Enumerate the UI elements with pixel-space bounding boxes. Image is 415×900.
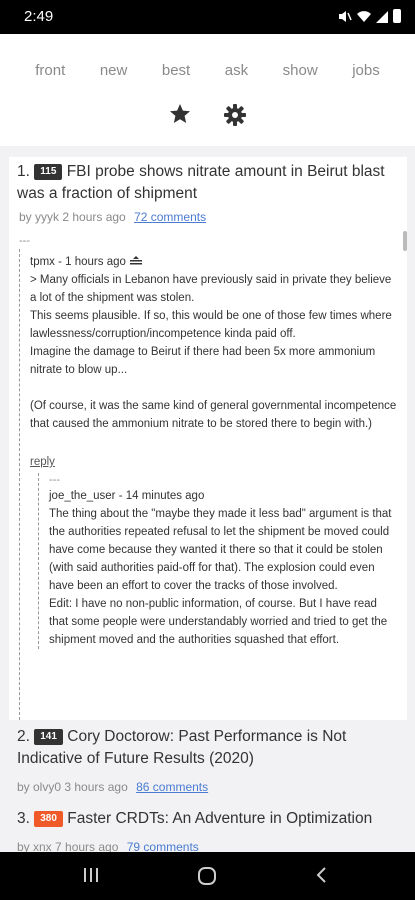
tab-front[interactable]: front (35, 62, 65, 79)
points-badge: 115 (34, 164, 63, 180)
story-rank: 2. (17, 728, 30, 745)
separator: --- (49, 474, 60, 486)
tab-ask[interactable]: ask (225, 62, 248, 79)
points-badge: 380 (34, 811, 63, 827)
comment-text: This seems plausible. If so, this would … (30, 310, 392, 340)
status-bar: 2:49 (0, 0, 415, 34)
story-byline: by olvy0 3 hours ago (17, 780, 128, 794)
separator: --- (19, 235, 30, 247)
status-time: 2:49 (24, 8, 54, 25)
comment-author[interactable]: tpmx - 1 hours ago (30, 253, 126, 271)
story-title-text[interactable]: Faster CRDTs: An Adventure in Optimizati… (67, 810, 372, 827)
story-item[interactable]: 3. 380 Faster CRDTs: An Adventure in Opt… (17, 808, 402, 858)
points-badge: 141 (34, 729, 63, 745)
comment-text: The thing about the "maybe they made it … (49, 508, 392, 592)
status-icons (338, 9, 401, 23)
nav-tabs: front new best ask show jobs (0, 62, 415, 79)
comment: tpmx - 1 hours ago > Many officials in L… (20, 249, 397, 649)
story-byline: by yyyk 2 hours ago (19, 210, 126, 224)
tab-new[interactable]: new (100, 62, 128, 79)
recents-icon[interactable] (82, 866, 100, 889)
system-nav-bar (0, 852, 415, 900)
mute-icon (338, 10, 352, 23)
collapse-icon[interactable] (129, 253, 142, 271)
story-title-text[interactable]: FBI probe shows nitrate amount in Beirut… (17, 163, 385, 202)
comment-text: Imagine the damage to Beirut if there ha… (30, 346, 376, 376)
comment-header: tpmx - 1 hours ago (30, 253, 397, 271)
gear-icon[interactable] (224, 104, 246, 126)
story-meta: by olvy0 3 hours ago 86 comments (17, 776, 402, 798)
comment-text: (Of course, it was the same kind of gene… (30, 400, 397, 430)
back-icon[interactable] (314, 866, 328, 889)
story-title[interactable]: 1. 115 FBI probe shows nitrate amount in… (17, 161, 397, 205)
tab-best[interactable]: best (162, 62, 190, 79)
comment-thread: tpmx - 1 hours ago > Many officials in L… (19, 249, 397, 720)
expanded-story-card: 1. 115 FBI probe shows nitrate amount in… (9, 157, 407, 720)
comment-author[interactable]: joe_the_user - 14 minutes ago (49, 487, 397, 505)
story-title-text[interactable]: Cory Doctorow: Past Performance is Not I… (17, 728, 346, 767)
app-header: front new best ask show jobs (0, 34, 415, 146)
comment: joe_the_user - 14 minutes ago The thing … (39, 487, 397, 649)
comment-text: Edit: I have no non-public information, … (49, 598, 388, 646)
story-rank: 3. (17, 810, 30, 827)
wifi-icon (357, 10, 371, 22)
comments-link[interactable]: 86 comments (136, 780, 208, 794)
tab-show[interactable]: show (283, 62, 318, 79)
scrollbar[interactable] (403, 231, 407, 251)
signal-icon (376, 10, 388, 23)
story-item[interactable]: 2. 141 Cory Doctorow: Past Performance i… (17, 726, 402, 798)
tab-jobs[interactable]: jobs (352, 62, 380, 79)
story-rank: 1. (17, 163, 30, 180)
home-icon[interactable] (197, 866, 217, 891)
nested-replies: --- joe_the_user - 14 minutes ago The th… (38, 473, 397, 649)
story-meta: by yyyk 2 hours ago 72 comments (19, 210, 206, 224)
star-icon[interactable] (168, 102, 192, 126)
battery-icon (393, 9, 401, 23)
reply-link[interactable]: reply (30, 453, 55, 471)
comment-text: > Many officials in Lebanon have previou… (30, 274, 392, 304)
comments-link[interactable]: 72 comments (134, 210, 206, 224)
